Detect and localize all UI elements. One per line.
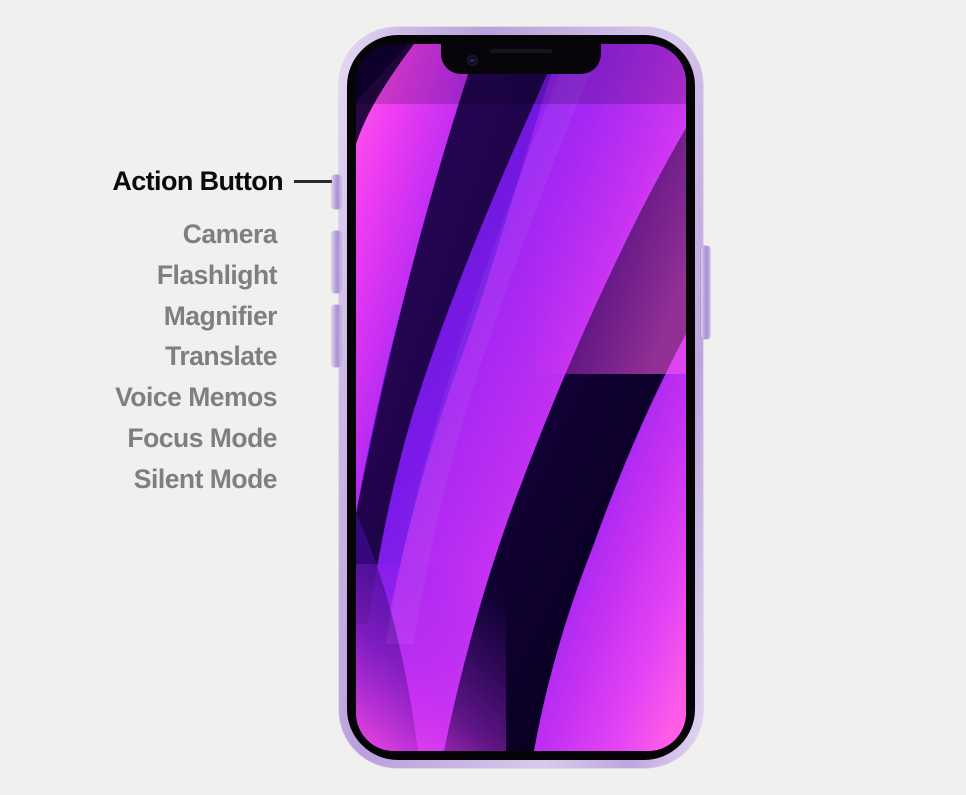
- list-item: Magnifier: [163, 300, 278, 331]
- volume-down-button[interactable]: [332, 305, 341, 367]
- list-item: Voice Memos: [115, 382, 277, 413]
- volume-up-button[interactable]: [332, 231, 341, 293]
- power-button[interactable]: [701, 246, 710, 339]
- list-item: Silent Mode: [133, 463, 278, 494]
- list-item: Translate: [165, 341, 277, 372]
- phone-screen[interactable]: [356, 44, 686, 751]
- iphone-device: [332, 27, 710, 768]
- earpiece-speaker-icon: [490, 49, 552, 53]
- list-item: Flashlight: [156, 259, 278, 290]
- screenshot-canvas: Action Button Camera Flashlight Magnifie…: [0, 0, 966, 795]
- list-item: Focus Mode: [127, 422, 277, 453]
- action-button[interactable]: [332, 175, 341, 209]
- annotation-panel: Action Button Camera Flashlight Magnifie…: [0, 0, 340, 795]
- phone-notch: [441, 44, 601, 74]
- wallpaper-image: [356, 44, 686, 751]
- callout-label: Action Button: [112, 165, 283, 196]
- list-item: Camera: [182, 219, 278, 249]
- action-button-callout: Action Button: [0, 160, 340, 202]
- action-button-options-list: Camera Flashlight Magnifier Translate Vo…: [0, 214, 277, 500]
- front-camera-icon: [467, 55, 478, 66]
